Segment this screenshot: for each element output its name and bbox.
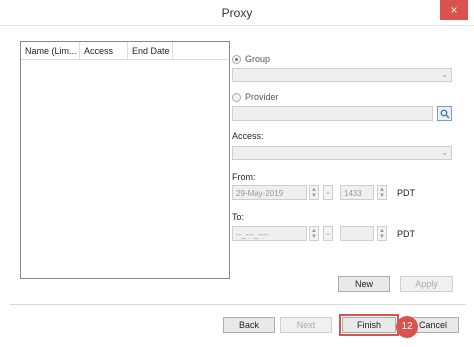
title-bar: Proxy × xyxy=(0,0,474,26)
provider-input[interactable] xyxy=(232,106,433,121)
column-header-access[interactable]: Access xyxy=(80,42,128,59)
from-time-field[interactable]: 1433 xyxy=(340,185,374,200)
access-label: Access: xyxy=(232,131,264,141)
column-header-end-date[interactable]: End Date xyxy=(128,42,173,59)
proxy-table[interactable]: Name (Lim... Access End Date xyxy=(20,41,230,279)
chevron-down-icon: ⌄ xyxy=(441,148,448,157)
table-header: Name (Lim... Access End Date xyxy=(21,42,229,60)
chevron-down-icon[interactable]: ⌄ xyxy=(323,226,333,241)
provider-label: Provider xyxy=(245,92,279,102)
spin-icon[interactable]: ▲ ▼ xyxy=(309,226,319,241)
chevron-down-icon: ⌄ xyxy=(441,70,448,79)
from-timezone: PDT xyxy=(397,188,415,198)
close-icon[interactable]: × xyxy=(440,0,468,20)
spin-icon[interactable]: ▲ ▼ xyxy=(309,185,319,200)
group-label: Group xyxy=(245,54,271,64)
next-button[interactable]: Next xyxy=(280,317,332,333)
group-select[interactable]: ⌄ xyxy=(232,68,452,82)
apply-button[interactable]: Apply xyxy=(400,276,453,292)
column-header-name[interactable]: Name (Lim... xyxy=(21,42,80,59)
divider xyxy=(10,304,466,305)
to-time-field[interactable] xyxy=(340,226,374,241)
search-icon[interactable] xyxy=(437,106,452,121)
back-button[interactable]: Back xyxy=(223,317,275,333)
spin-icon[interactable]: ▲ ▼ xyxy=(377,226,387,241)
spin-icon[interactable]: ▲ ▼ xyxy=(377,185,387,200)
new-button[interactable]: New xyxy=(338,276,390,292)
to-label: To: xyxy=(232,212,245,222)
provider-radio[interactable] xyxy=(232,93,241,102)
access-select[interactable]: ⌄ xyxy=(232,146,452,160)
step-badge: 12 xyxy=(396,316,418,338)
to-timezone: PDT xyxy=(397,229,415,239)
finish-button[interactable]: Finish xyxy=(339,314,399,336)
chevron-down-icon[interactable]: ⌄ xyxy=(323,185,333,200)
window-title: Proxy xyxy=(221,6,253,20)
group-radio[interactable] xyxy=(232,55,241,64)
from-date-field[interactable]: 29-May-2019 xyxy=(232,185,307,200)
from-label: From: xyxy=(232,172,256,182)
to-date-field[interactable]: --_---_---- xyxy=(232,226,307,241)
